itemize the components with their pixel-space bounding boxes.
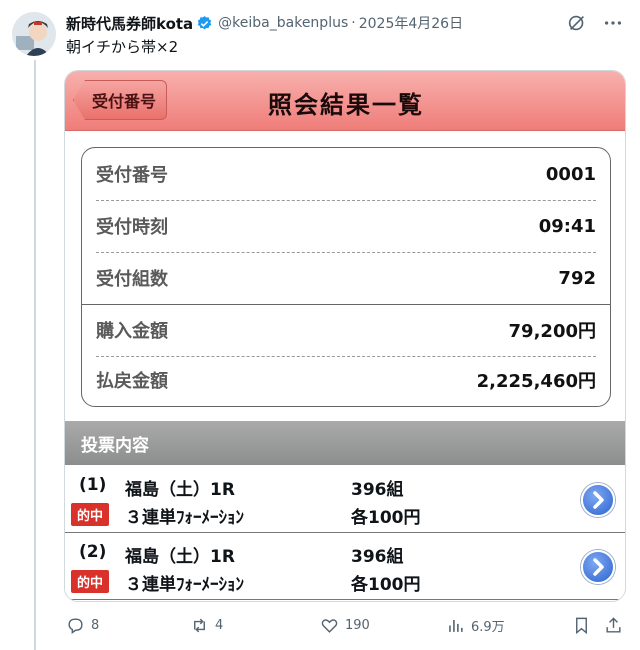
bet-race: 福島（土）1R (125, 547, 235, 567)
attached-screenshot[interactable]: 受付番号 照会結果一覧 受付番号 0001 受付時刻 09:41 受付組数 79… (64, 70, 626, 602)
bet-combos: 396組 (351, 547, 404, 567)
reply-icon (68, 618, 83, 635)
share-button[interactable] (604, 616, 623, 635)
separator-dot: · (351, 15, 356, 31)
bet-row[interactable]: (1) 福島（土）1R 396組 的中 ３連単ﾌｫｰﾒｰｼｮﾝ 各100円 (65, 467, 625, 533)
post-header: 新時代馬券師kota @keiba_bakenplus · 2025年4月26日 (66, 12, 624, 34)
repost-button[interactable]: 4 (190, 616, 223, 635)
summary-value: 79,200円 (508, 321, 596, 342)
like-button[interactable]: 190 (320, 616, 370, 635)
bet-amount: 各100円 (351, 508, 421, 528)
thread-line (34, 60, 36, 650)
summary-row-payout-amount: 払戻金額 2,225,460円 (96, 354, 596, 406)
post-date[interactable]: 2025年4月26日 (359, 13, 463, 33)
section-header: 投票内容 (65, 421, 625, 465)
bookmark-icon (576, 617, 587, 635)
summary-row-purchase-amount: 購入金額 79,200円 (96, 304, 596, 356)
views-button[interactable]: 6.9万 (446, 616, 505, 635)
bet-type: ３連単ﾌｫｰﾒｰｼｮﾝ (125, 508, 244, 528)
bet-combos: 396組 (351, 480, 404, 500)
summary-row-receipt-number: 受付番号 0001 (96, 148, 596, 200)
action-bar: 8 4 190 6.9万 (66, 616, 626, 640)
heart-icon (321, 619, 338, 633)
summary-value: 792 (558, 267, 596, 289)
chevron-right-icon[interactable] (581, 550, 615, 584)
bet-race: 福島（土）1R (125, 480, 235, 500)
reply-count: 8 (91, 618, 100, 633)
summary-value: 2,225,460円 (476, 371, 596, 392)
summary-value: 0001 (545, 163, 596, 185)
bookmark-button[interactable] (572, 616, 591, 635)
hit-badge: 的中 (71, 503, 110, 526)
view-count: 6.9万 (471, 620, 505, 635)
summary-label: 受付組数 (96, 269, 168, 290)
bet-row[interactable]: (2) 福島（土）1R 396組 的中 ３連単ﾌｫｰﾒｰｼｮﾝ 各100円 (65, 534, 625, 600)
summary-card: 受付番号 0001 受付時刻 09:41 受付組数 792 購入金額 79,20… (81, 147, 611, 407)
like-count: 190 (345, 618, 370, 633)
summary-row-combo-count: 受付組数 792 (96, 252, 596, 304)
chevron-right-icon[interactable] (581, 483, 615, 517)
bet-amount: 各100円 (351, 575, 421, 595)
summary-label: 購入金額 (96, 321, 168, 342)
bet-number: (1) (79, 475, 107, 495)
more-options-icon[interactable] (602, 12, 624, 34)
repost-count: 4 (215, 618, 224, 633)
repost-icon (194, 618, 205, 633)
summary-row-receipt-time: 受付時刻 09:41 (96, 200, 596, 252)
avatar[interactable] (12, 12, 56, 56)
handle[interactable]: @keiba_bakenplus (218, 15, 348, 31)
page-title: 照会結果一覧 (268, 91, 424, 119)
reply-button[interactable]: 8 (66, 616, 99, 635)
share-icon (606, 617, 621, 633)
summary-value: 09:41 (538, 215, 596, 237)
bet-type: ３連単ﾌｫｰﾒｰｼｮﾝ (125, 575, 244, 595)
bet-number: (2) (79, 542, 107, 562)
grok-icon[interactable] (566, 12, 588, 34)
hit-badge: 的中 (71, 570, 110, 593)
verified-badge-icon (196, 15, 213, 32)
app-header: 受付番号 照会結果一覧 (65, 71, 625, 131)
summary-label: 払戻金額 (96, 371, 168, 392)
summary-label: 受付時刻 (96, 217, 168, 238)
summary-label: 受付番号 (96, 165, 168, 186)
display-name[interactable]: 新時代馬券師kota (66, 13, 193, 34)
views-chart-icon (449, 619, 463, 632)
tweet-text: 朝イチから帯×2 (66, 38, 179, 56)
